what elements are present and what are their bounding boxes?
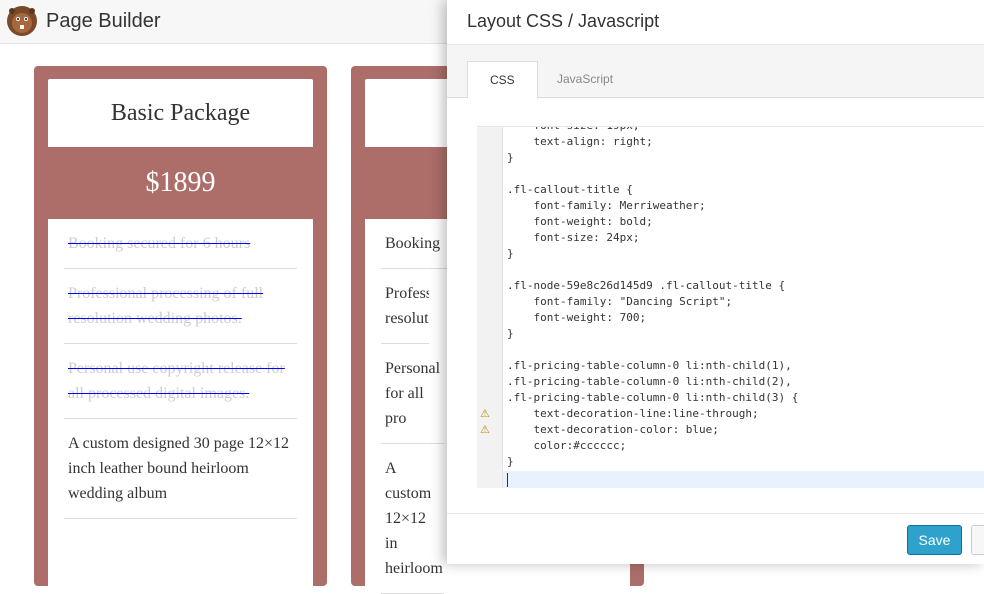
feature-list: Booking secured for 6 hours Professional… — [48, 219, 313, 519]
code-line: font-size: 24px; — [507, 231, 640, 244]
code-line: font-family: "Dancing Script"; — [507, 295, 733, 308]
code-line: .fl-node-59e8c26d145d9 .fl-callout-title… — [507, 279, 786, 292]
code-line: } — [507, 151, 514, 164]
feature-item: Personal for all pro — [381, 344, 444, 444]
tab-javascript[interactable]: JavaScript — [535, 61, 635, 97]
cancel-button[interactable] — [971, 525, 984, 555]
modal-title: Layout CSS / Javascript — [467, 11, 660, 31]
code-line: font-size: 19px; — [507, 127, 798, 134]
code-line: .fl-pricing-table-column-0 li:nth-child(… — [507, 359, 792, 372]
warning-icon: ⚠ — [480, 424, 490, 436]
feature-item: Booking secured for 6 hours — [64, 219, 297, 269]
package-price: $1899 — [145, 167, 216, 198]
code-content: font-size: 19px; text-align: right;} .fl-… — [507, 127, 799, 486]
pricing-column-header: Basic Package — [48, 79, 313, 147]
feature-item: Professio resolution — [381, 269, 429, 344]
tab-css[interactable]: CSS — [467, 61, 538, 99]
code-line: } — [507, 327, 514, 340]
code-line: .fl-callout-title { — [507, 183, 633, 196]
code-line: font-weight: bold; — [507, 215, 653, 228]
layout-css-js-modal: Layout CSS / Javascript CSS JavaScript ⚠… — [447, 0, 984, 564]
save-button[interactable]: Save — [907, 525, 962, 555]
pricing-features: Booking secured for 6 hours Professional… — [48, 219, 313, 589]
code-line: text-align: right; — [507, 135, 653, 148]
pricing-column-0[interactable]: Basic Package $1899 Booking secured for … — [34, 66, 327, 589]
code-line: .fl-pricing-table-column-0 li:nth-child(… — [507, 375, 792, 388]
code-line: } — [507, 455, 514, 468]
warning-icon: ⚠ — [480, 408, 490, 420]
beaver-logo-icon — [7, 6, 37, 36]
feature-item: A custom 12×12 in heirloom — [381, 444, 444, 594]
code-line: } — [507, 247, 514, 260]
code-line: text-decoration-color: blue; — [507, 423, 719, 436]
feature-item: Professional processing of full resoluti… — [64, 269, 297, 344]
code-line: .fl-pricing-table-column-0 li:nth-child(… — [507, 391, 799, 404]
modal-header: Layout CSS / Javascript — [447, 0, 984, 45]
css-code-editor[interactable]: ⚠ ⚠ font-size: 19px; text-align: right;}… — [477, 126, 984, 488]
code-line: font-weight: 700; — [507, 311, 647, 324]
code-line: text-decoration-line:line-through; — [507, 407, 759, 420]
feature-item: Personal use copyright release for all p… — [64, 344, 297, 419]
app-title: Page Builder — [46, 10, 161, 32]
editor-gutter: ⚠ ⚠ — [477, 127, 503, 488]
feature-item: A custom designed 30 page 12×12 inch lea… — [64, 419, 297, 519]
modal-footer: Save — [447, 513, 984, 565]
code-line: color:#cccccc; — [507, 439, 627, 452]
code-line: font-family: Merriweather; — [507, 199, 706, 212]
price-band: $1899 — [34, 147, 327, 219]
package-title: Basic Package — [110, 100, 251, 126]
modal-tabs: CSS JavaScript — [447, 45, 984, 99]
